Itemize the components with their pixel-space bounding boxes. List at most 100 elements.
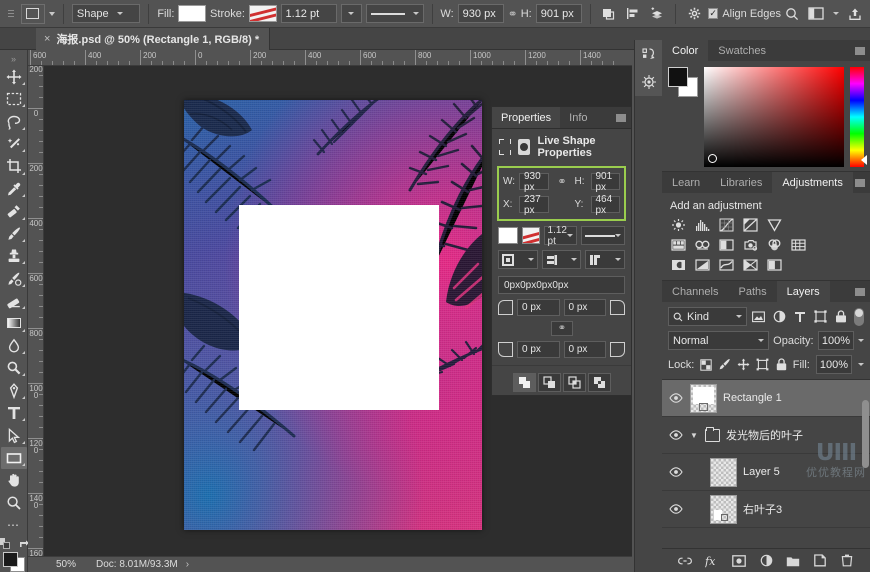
photo-filter-button[interactable] xyxy=(742,237,759,252)
layer-visibility-toggle[interactable] xyxy=(667,504,684,514)
selective-color-button[interactable] xyxy=(766,257,783,272)
layer-row-right-leaf-2[interactable]: ⚭ 右叶子2 xyxy=(662,528,870,529)
search-icon[interactable] xyxy=(785,7,799,21)
fill-value[interactable]: 100% xyxy=(816,355,852,374)
filter-shape-layers-button[interactable] xyxy=(812,307,829,326)
layer-name[interactable]: Rectangle 1 xyxy=(723,392,782,404)
radius-top-right-input[interactable]: 0 px xyxy=(564,299,607,316)
lock-transparent-pixels-button[interactable] xyxy=(700,358,712,372)
layer-list-scrollbar[interactable] xyxy=(862,400,869,468)
swap-colors-icon[interactable] xyxy=(0,538,10,549)
workspace-chevron-down-icon[interactable] xyxy=(833,12,839,15)
layer-visibility-toggle[interactable] xyxy=(667,393,684,403)
dodge-tool[interactable] xyxy=(1,357,27,379)
zoom-tool[interactable] xyxy=(1,492,27,514)
filter-type-layers-button[interactable] xyxy=(792,307,809,326)
share-icon[interactable] xyxy=(848,7,862,21)
width-field[interactable]: 930 px xyxy=(458,4,504,23)
clone-stamp-tool[interactable] xyxy=(1,245,27,267)
saturation-brightness-field[interactable] xyxy=(704,67,844,167)
shape-y-input[interactable]: 464 px xyxy=(591,196,621,213)
curves-button[interactable] xyxy=(718,217,735,232)
group-disclosure-chevron-down-icon[interactable]: ▼ xyxy=(690,431,699,440)
combine-shapes-button[interactable] xyxy=(513,373,536,392)
brush-tool[interactable] xyxy=(1,223,27,245)
color-balance-button[interactable] xyxy=(694,237,711,252)
shape-width-input[interactable]: 930 px xyxy=(519,173,549,190)
tab-swatches[interactable]: Swatches xyxy=(708,40,776,61)
layer-row-rectangle-1[interactable]: Rectangle 1 xyxy=(662,380,870,417)
tool-preset-picker[interactable] xyxy=(21,4,45,24)
tab-adjustments[interactable]: Adjustments xyxy=(772,172,853,193)
delete-layer-button[interactable] xyxy=(840,554,854,568)
layer-style-button[interactable]: fx xyxy=(705,554,719,568)
radius-bottom-right-input[interactable]: 0 px xyxy=(564,341,607,358)
shape-mode-select[interactable]: Shape xyxy=(72,4,141,23)
path-arrangement-button[interactable] xyxy=(647,4,667,24)
stroke-width-field[interactable]: 1.12 pt xyxy=(281,4,337,23)
layer-visibility-toggle[interactable] xyxy=(667,430,684,440)
panel-menu-icon[interactable] xyxy=(855,288,865,296)
filter-adjustment-layers-button[interactable] xyxy=(771,307,788,326)
path-selection-tool[interactable] xyxy=(1,424,27,446)
color-lookup-button[interactable] xyxy=(790,237,807,252)
healing-brush-tool[interactable] xyxy=(1,200,27,222)
hue-slider[interactable] xyxy=(850,67,864,167)
history-panel-button[interactable] xyxy=(635,40,663,68)
geometry-options-button[interactable] xyxy=(684,4,704,24)
rectangle-1-shape[interactable] xyxy=(239,205,439,410)
hue-saturation-button[interactable] xyxy=(670,237,687,252)
stroke-swatch[interactable] xyxy=(522,227,540,244)
levels-button[interactable] xyxy=(694,217,711,232)
shape-height-input[interactable]: 901 px xyxy=(591,173,621,190)
path-alignment-button[interactable] xyxy=(623,4,643,24)
mask-icon[interactable] xyxy=(518,139,530,155)
radius-bottom-left-input[interactable]: 0 px xyxy=(517,341,560,358)
fill-chevron-down-icon[interactable] xyxy=(858,363,864,366)
path-operations-button[interactable] xyxy=(599,4,619,24)
opacity-chevron-down-icon[interactable] xyxy=(858,339,864,342)
link-icon[interactable]: ⚭ xyxy=(551,321,573,336)
radius-top-left-input[interactable]: 0 px xyxy=(517,299,560,316)
new-adjustment-layer-button[interactable] xyxy=(759,554,773,568)
crop-tool[interactable] xyxy=(1,155,27,177)
stroke-align-select[interactable] xyxy=(498,250,538,269)
lock-image-pixels-button[interactable] xyxy=(718,358,731,372)
tab-properties[interactable]: Properties xyxy=(492,107,560,128)
edit-toolbar-button[interactable]: ⋯ xyxy=(1,514,27,536)
artboard[interactable] xyxy=(184,100,482,530)
layer-thumbnail[interactable] xyxy=(690,384,717,413)
eyedropper-tool[interactable] xyxy=(1,178,27,200)
layer-filter-kind-select[interactable]: Kind xyxy=(668,307,747,326)
layer-name[interactable]: 右叶子3 xyxy=(743,501,782,517)
vibrance-button[interactable] xyxy=(766,217,783,232)
foreground-color-swatch[interactable] xyxy=(3,552,18,567)
foreground-color-swatch[interactable] xyxy=(668,67,688,87)
shape-x-input[interactable]: 237 px xyxy=(519,196,549,213)
exclude-overlap-button[interactable] xyxy=(588,373,611,392)
brightness-contrast-button[interactable] xyxy=(670,217,687,232)
lasso-tool[interactable] xyxy=(1,110,27,132)
blur-tool[interactable] xyxy=(1,335,27,357)
filter-smart-object-layers-button[interactable] xyxy=(833,307,850,326)
stroke-width-input[interactable]: 1.12 pt xyxy=(544,226,577,245)
opacity-value[interactable]: 100% xyxy=(818,331,854,350)
stroke-corners-select[interactable] xyxy=(585,250,625,269)
color-field-marker[interactable] xyxy=(708,154,717,163)
link-layers-button[interactable] xyxy=(678,554,692,568)
layer-list[interactable]: Rectangle 1 ▼ 发光物后的叶子 Layer 5 xyxy=(662,379,870,529)
workspace-icon[interactable] xyxy=(808,7,824,20)
toolbar-grip[interactable]: » xyxy=(1,53,27,66)
filter-pixel-layers-button[interactable] xyxy=(751,307,768,326)
quick-selection-tool[interactable] xyxy=(1,133,27,155)
lock-artboard-nesting-button[interactable] xyxy=(756,358,769,372)
close-icon[interactable]: × xyxy=(44,33,50,45)
intersect-shapes-button[interactable] xyxy=(563,373,586,392)
panel-menu-icon[interactable] xyxy=(855,47,865,55)
height-field[interactable]: 901 px xyxy=(536,4,582,23)
foreground-background-colors[interactable] xyxy=(3,552,25,572)
layer-visibility-toggle[interactable] xyxy=(667,467,684,477)
tab-info[interactable]: Info xyxy=(560,107,596,128)
panel-menu-icon[interactable] xyxy=(855,179,865,187)
pen-tool[interactable] xyxy=(1,379,27,401)
